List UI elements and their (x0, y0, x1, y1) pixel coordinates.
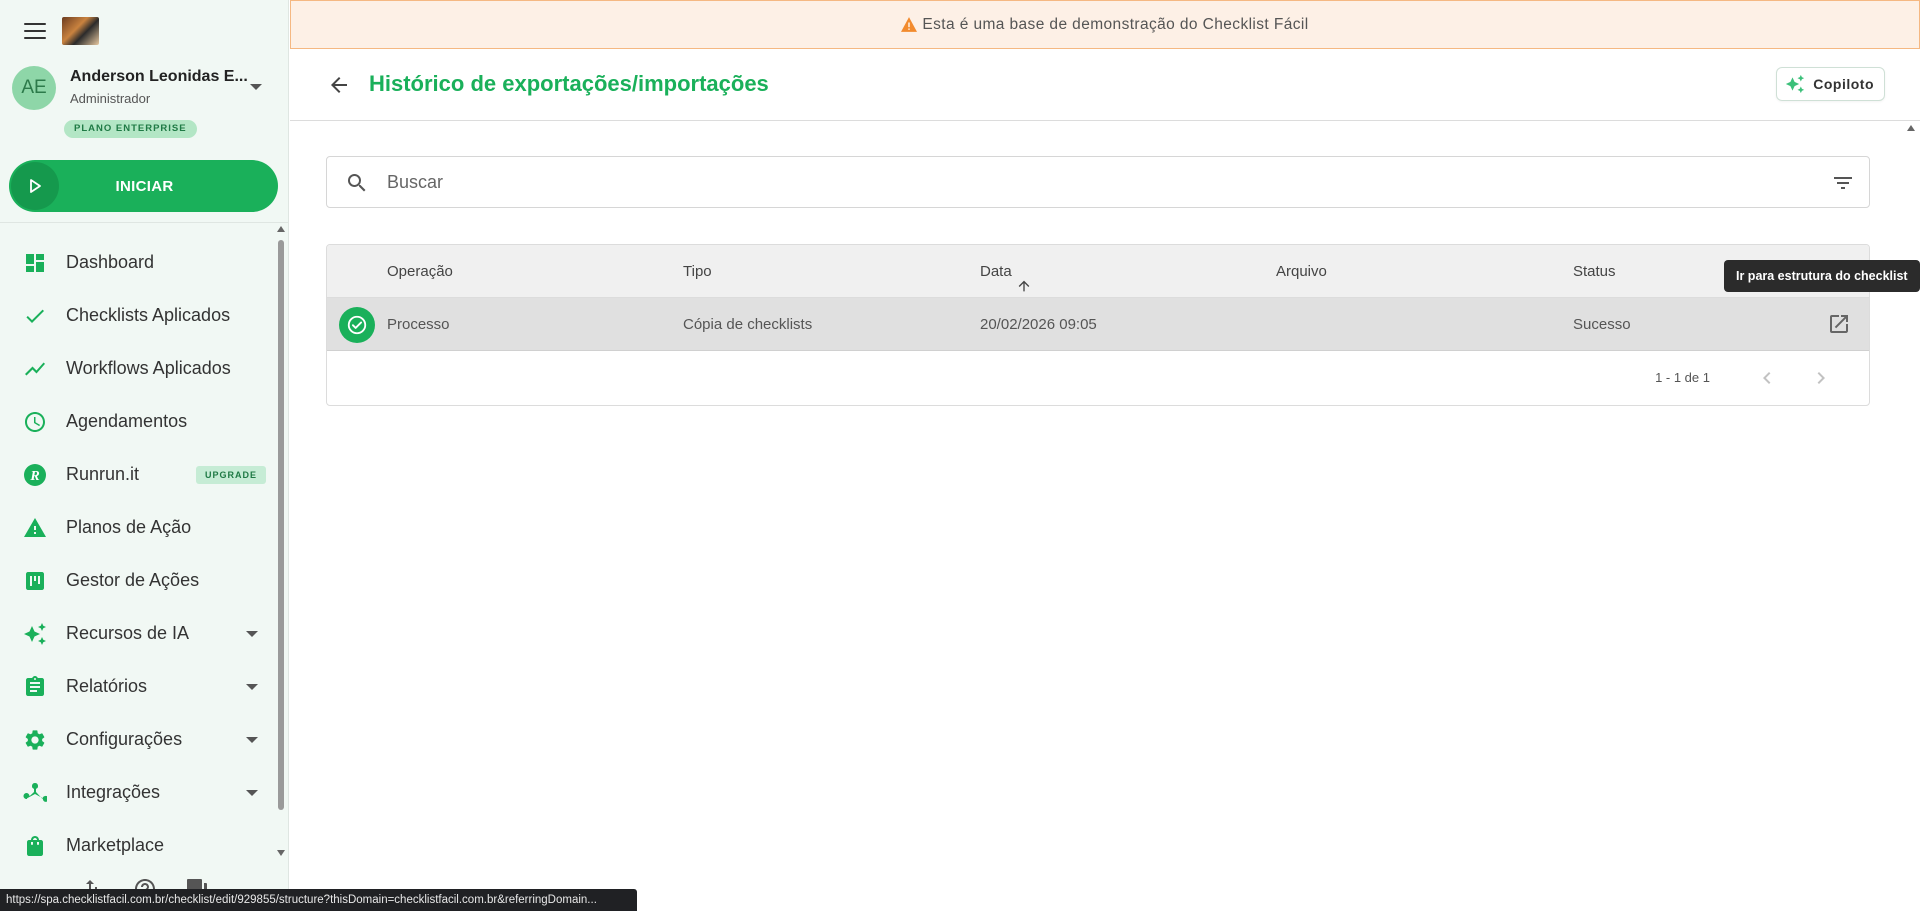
svg-text:R: R (29, 469, 39, 484)
avatar[interactable]: AE (12, 66, 56, 110)
sidebar-item-label: Recursos de IA (66, 623, 190, 643)
shopping-bag-icon (22, 833, 48, 859)
dashboard-icon (22, 250, 48, 276)
sidebar-item-runrun[interactable]: R Runrun.it UPGRADE (0, 448, 274, 501)
company-logo[interactable] (62, 17, 99, 45)
sidebar-item-label: Gestor de Ações (66, 570, 200, 590)
back-arrow-icon[interactable] (327, 73, 351, 97)
column-header-tipo[interactable]: Tipo (683, 245, 712, 298)
search-icon (345, 171, 369, 195)
arrow-up-icon (1016, 263, 1032, 291)
table-header: Operação Tipo Data Arquivo Status (327, 245, 1869, 298)
menu-icon[interactable] (24, 23, 46, 39)
play-icon (11, 162, 59, 210)
sidebar-nav: Dashboard Checklists Aplicados Workflows… (0, 236, 274, 866)
sidebar-item-dashboard[interactable]: Dashboard (0, 236, 274, 289)
page-title: Histórico de exportações/importações (369, 71, 769, 96)
sidebar-item-label: Integrações (66, 782, 161, 802)
sidebar-item-gestor-de-acoes[interactable]: Gestor de Ações (0, 554, 274, 607)
chevron-right-icon[interactable] (1809, 366, 1833, 390)
sidebar-item-workflows-aplicados[interactable]: Workflows Aplicados (0, 342, 274, 395)
pagination-info: 1 - 1 de 1 (1655, 370, 1710, 385)
runrun-icon: R (22, 462, 48, 488)
history-table: Operação Tipo Data Arquivo Status Proces… (326, 244, 1870, 406)
column-header-arquivo[interactable]: Arquivo (1276, 245, 1327, 298)
copilot-label: Copiloto (1813, 76, 1874, 92)
start-button[interactable]: INICIAR (9, 160, 278, 212)
sidebar-item-checklists-aplicados[interactable]: Checklists Aplicados (0, 289, 274, 342)
warning-icon (22, 515, 48, 541)
gear-icon (22, 727, 48, 753)
column-header-operacao[interactable]: Operação (387, 245, 453, 298)
sidebar-item-label: Agendamentos (66, 411, 188, 431)
trending-icon (22, 356, 48, 382)
sidebar-item-recursos-de-ia[interactable]: Recursos de IA (0, 607, 274, 660)
chevron-down-icon (246, 790, 258, 796)
table-row[interactable]: Processo Cópia de checklists 20/02/2026 … (327, 298, 1869, 351)
scroll-up-arrow-icon[interactable] (277, 226, 285, 232)
kanban-icon (22, 568, 48, 594)
column-header-label: Data (980, 263, 1012, 280)
clipboard-icon (22, 674, 48, 700)
open-in-new-icon[interactable] (1827, 312, 1851, 336)
page-header: Histórico de exportações/importações Cop… (290, 49, 1920, 121)
cell-data: 20/02/2026 09:05 (980, 316, 1097, 333)
sidebar-item-label: Dashboard (66, 252, 155, 272)
chevron-down-icon (246, 737, 258, 743)
sparkle-icon (1786, 74, 1805, 94)
sidebar-item-label: Relatórios (66, 676, 148, 696)
search-box (326, 156, 1870, 208)
sidebar-item-label: Checklists Aplicados (66, 305, 231, 325)
divider (0, 222, 289, 223)
sidebar-top (0, 0, 288, 62)
cell-tipo: Cópia de checklists (683, 316, 813, 333)
column-header-data[interactable]: Data (980, 245, 1032, 298)
column-header-status[interactable]: Status (1573, 245, 1616, 298)
warning-icon (901, 17, 918, 32)
sidebar-scrollbar[interactable] (277, 226, 285, 856)
status-bar-url: https://spa.checklistfacil.com.br/checkl… (0, 889, 637, 911)
filter-icon[interactable] (1831, 171, 1855, 195)
sidebar-item-relatorios[interactable]: Relatórios (0, 660, 274, 713)
table-pagination: 1 - 1 de 1 (327, 351, 1869, 405)
chevron-down-icon (246, 684, 258, 690)
chevron-down-icon (246, 631, 258, 637)
cell-status: Sucesso (1573, 316, 1631, 333)
sparkle-icon (22, 621, 48, 647)
user-profile[interactable]: AE Anderson Leonidas E... Administrador … (12, 64, 274, 142)
tooltip: Ir para estrutura do checklist (1724, 260, 1920, 292)
search-input[interactable] (387, 157, 1767, 207)
sidebar-item-agendamentos[interactable]: Agendamentos (0, 395, 274, 448)
clock-icon (22, 409, 48, 435)
chevron-left-icon[interactable] (1755, 366, 1779, 390)
start-button-label: INICIAR (115, 177, 174, 195)
integration-icon (22, 780, 48, 806)
scrollbar-thumb[interactable] (278, 240, 284, 810)
demo-banner: Esta é uma base de demonstração do Check… (290, 0, 1920, 49)
sidebar-item-configuracoes[interactable]: Configurações (0, 713, 274, 766)
sidebar-item-label: Runrun.it (66, 464, 140, 484)
sidebar: AE Anderson Leonidas E... Administrador … (0, 0, 289, 911)
check-icon (22, 303, 48, 329)
user-name: Anderson Leonidas E... (70, 68, 248, 85)
sidebar-item-integracoes[interactable]: Integrações (0, 766, 274, 819)
sidebar-item-marketplace[interactable]: Marketplace (0, 819, 274, 866)
upgrade-badge[interactable]: UPGRADE (195, 466, 266, 484)
scroll-up-arrow-icon[interactable] (1907, 125, 1915, 131)
banner-text: Esta é uma base de demonstração do Check… (922, 15, 1309, 33)
plan-badge: PLANO ENTERPRISE (64, 120, 197, 138)
user-role: Administrador (70, 91, 151, 106)
scroll-down-arrow-icon[interactable] (277, 850, 285, 856)
sidebar-item-label: Marketplace (66, 835, 165, 855)
sidebar-item-label: Workflows Aplicados (66, 358, 231, 378)
sidebar-item-label: Planos de Ação (66, 517, 192, 537)
sidebar-item-label: Configurações (66, 729, 183, 749)
sidebar-item-planos-de-acao[interactable]: Planos de Ação (0, 501, 274, 554)
chevron-down-icon[interactable] (250, 84, 262, 90)
cell-operacao: Processo (387, 316, 450, 333)
copilot-button[interactable]: Copiloto (1776, 67, 1885, 101)
check-circle-icon (339, 307, 375, 343)
